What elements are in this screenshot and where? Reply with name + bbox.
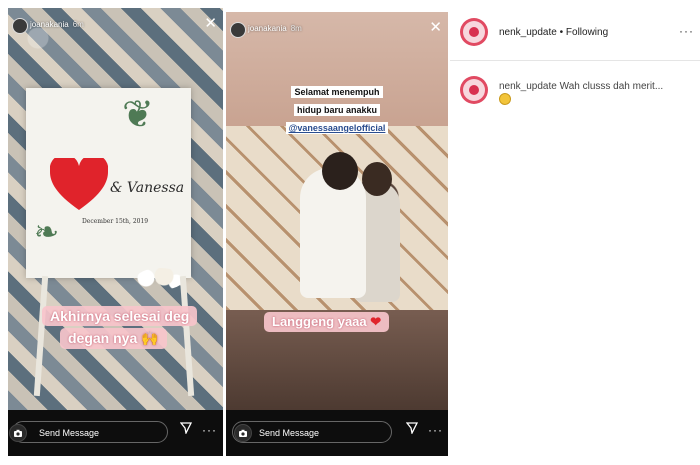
easel-leg [33,275,49,397]
flower-decoration [136,268,184,290]
post-username[interactable]: nenk_update • Following [499,27,608,38]
story-username[interactable]: joanakania 8m [248,24,302,33]
wedding-sign: ❦ ❧ & Vanessa December 15th, 2019 [26,88,191,290]
more-icon[interactable]: ··· [679,24,694,38]
comment-text: nenk_update Wah clusss dah merit... [499,80,689,106]
clap-emoji: 🙌 [141,330,159,346]
story-caption-line1: Akhirnya selesai deg [42,306,198,326]
story-header: joanakania 8m ✕ [226,12,448,42]
close-icon[interactable]: ✕ [429,20,442,35]
easel-leg [179,275,195,397]
follow-status[interactable]: • Following [560,27,609,38]
card-names: & Vanessa [110,180,185,196]
camera-icon[interactable] [234,424,252,442]
story-username[interactable]: joanakania 6m [30,20,84,29]
avatar[interactable] [460,18,488,46]
leaf-decoration: ❦ [122,94,154,136]
story-header: joanakania 6m ✕ [8,8,223,38]
avatar[interactable] [230,22,246,38]
heart-emoji: ❤ [370,314,382,329]
comment-username[interactable]: nenk_update [499,81,557,92]
post-header: nenk_update • Following ··· [450,14,700,52]
more-icon[interactable]: ··· [202,424,217,436]
card-date: December 15th, 2019 [82,218,149,225]
story-caption-line2: degan nya 🙌 [60,328,167,349]
story-caption: Langgeng yaaa ❤ [264,312,390,332]
story-text-line1: Selamat menempuh [291,86,383,98]
story-photo: ❦ ❧ & Vanessa December 15th, 2019 [8,8,223,410]
story-time: 8m [290,24,302,33]
send-icon[interactable] [406,422,418,434]
send-icon[interactable] [180,422,192,434]
comment-body: Wah clusss dah merit... [559,81,664,92]
send-message-input[interactable]: Send Message [12,421,168,443]
camera-icon[interactable] [9,424,27,442]
smile-emoji-icon [499,93,511,106]
story-time: 6m [72,20,84,29]
avatar[interactable] [12,18,28,34]
heart-icon [50,158,108,210]
leaf-decoration: ❧ [34,216,60,249]
divider [450,60,700,61]
close-icon[interactable]: ✕ [204,16,217,31]
person-head [322,152,358,190]
story-text-line2: hidup baru anakku [293,104,380,116]
avatar[interactable] [460,76,488,104]
story-panel-1: ❦ ❧ & Vanessa December 15th, 2019 joanak… [8,8,223,456]
story-footer: Send Message ··· [8,410,223,456]
story-panel-2: joanakania 8m ✕ Selamat menempuh hidup ba… [226,12,448,456]
story-mention[interactable]: @vanessaangelofficial [285,122,389,134]
person-head [362,162,392,196]
story-text-block: Selamat menempuh hidup baru anakku @vane… [226,82,448,136]
story-footer: Send Message ··· [226,410,448,456]
more-icon[interactable]: ··· [428,424,443,436]
send-message-input[interactable]: Send Message [232,421,392,443]
